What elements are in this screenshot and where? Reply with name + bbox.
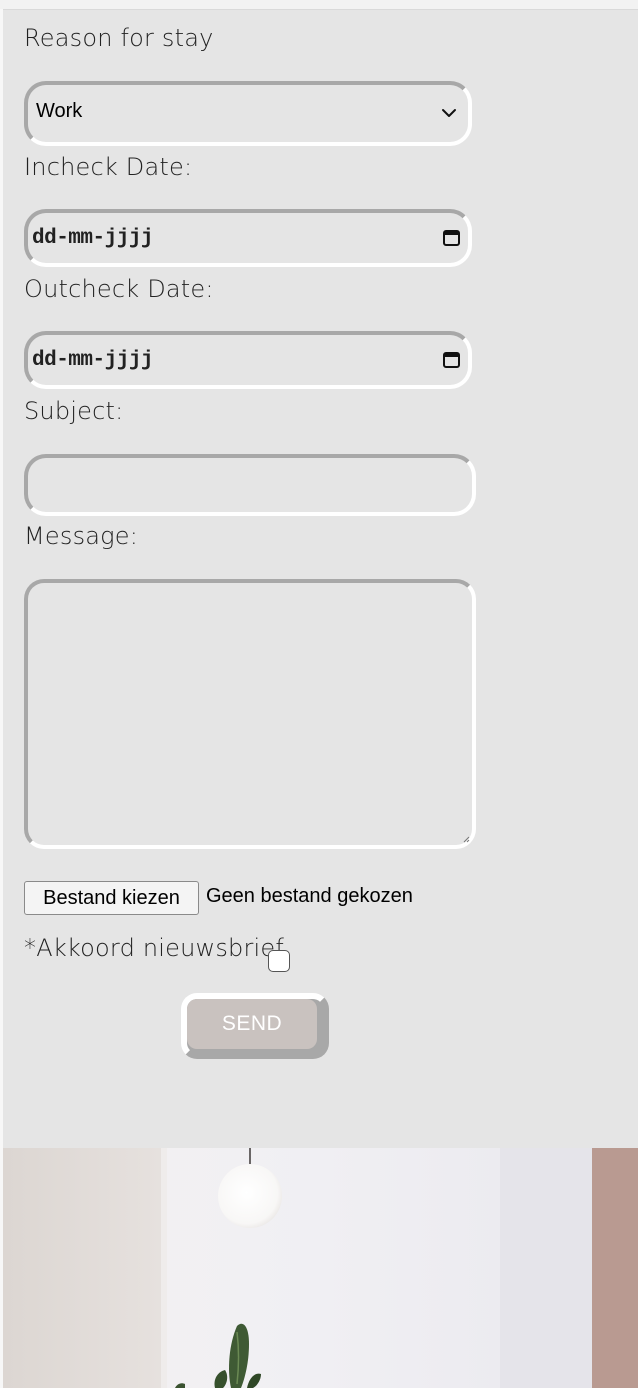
file-status-text: Geen bestand gekozen: [206, 885, 413, 907]
calendar-icon[interactable]: [442, 350, 461, 369]
message-label: Message:: [24, 522, 139, 550]
send-button-frame[interactable]: SEND: [181, 993, 329, 1059]
interior-photo: [3, 1148, 638, 1388]
incheck-date-placeholder: dd-mm-jjjj: [32, 227, 154, 250]
newsletter-checkbox[interactable]: [268, 950, 290, 972]
subject-label: Subject:: [24, 397, 124, 425]
incheck-date-label: Incheck Date:: [24, 153, 193, 181]
reason-label: Reason for stay: [24, 24, 214, 52]
incheck-date-input[interactable]: dd-mm-jjjj: [24, 209, 472, 267]
calendar-icon[interactable]: [442, 228, 461, 247]
booking-form: Reason for stay Work Incheck Date: dd-mm…: [3, 10, 638, 1148]
browser-top-strip: [0, 0, 638, 10]
interior-photo-image: [3, 1148, 638, 1388]
reason-select[interactable]: Work: [24, 81, 472, 146]
message-textarea[interactable]: [24, 579, 476, 849]
reason-select-value: Work: [36, 100, 83, 122]
newsletter-label: *Akkoord nieuwsbrief: [24, 934, 285, 962]
chevron-down-icon: [442, 109, 456, 117]
outcheck-date-placeholder: dd-mm-jjjj: [32, 349, 154, 372]
resize-handle-icon[interactable]: [463, 836, 470, 843]
outcheck-date-label: Outcheck Date:: [24, 275, 214, 303]
outcheck-date-input[interactable]: dd-mm-jjjj: [24, 331, 472, 389]
subject-input[interactable]: [24, 454, 476, 516]
send-button[interactable]: SEND: [187, 999, 317, 1049]
choose-file-button[interactable]: Bestand kiezen: [24, 881, 199, 915]
